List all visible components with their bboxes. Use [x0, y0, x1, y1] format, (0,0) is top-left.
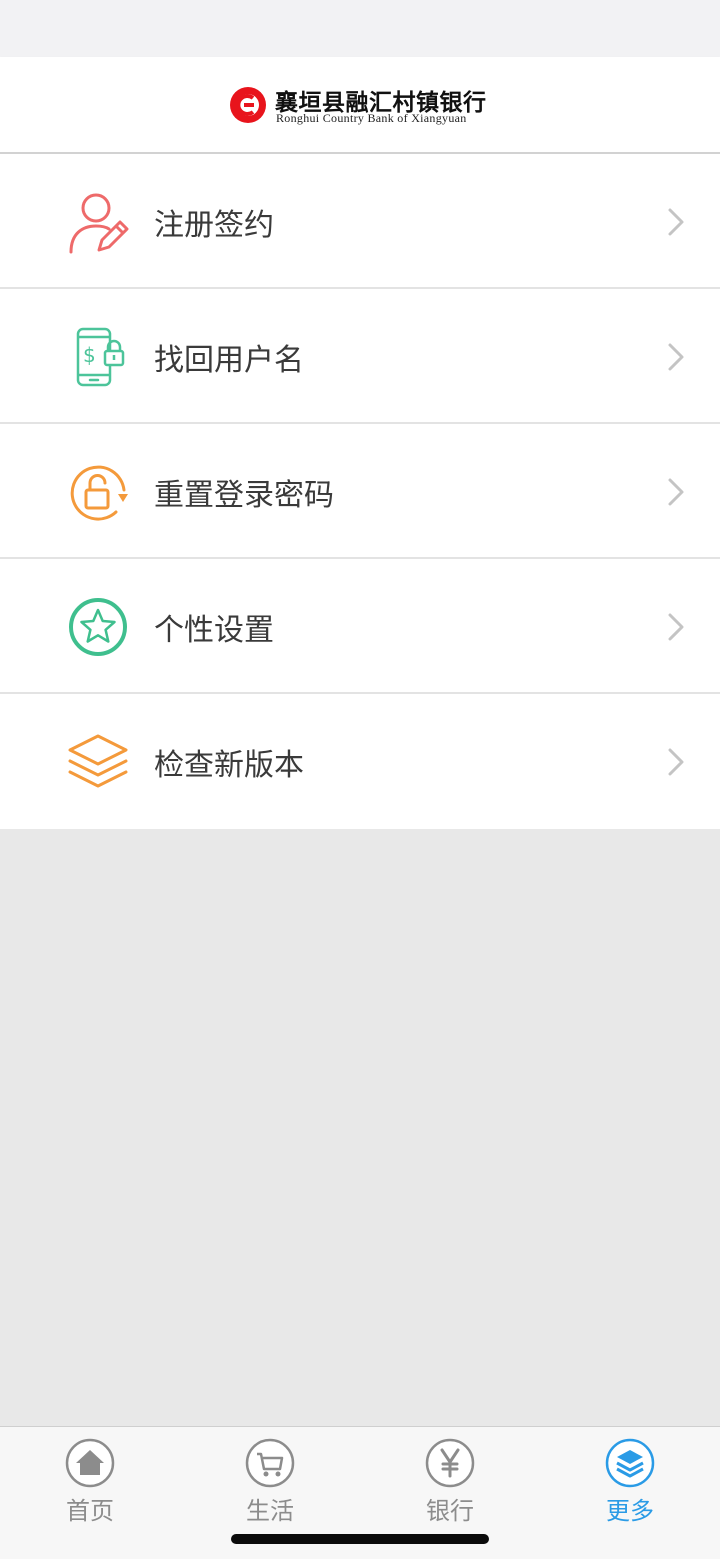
tab-label-life: 生活	[246, 1497, 294, 1525]
chevron-right-icon	[668, 208, 684, 236]
cart-icon	[245, 1438, 295, 1488]
layers-icon	[68, 734, 128, 788]
menu-label-reset-password: 重置登录密码	[154, 478, 334, 513]
chevron-right-icon	[668, 343, 684, 371]
chevron-right-icon	[668, 748, 684, 776]
chevron-right-icon	[668, 478, 684, 506]
menu-item-recover-username[interactable]: $ 找回用户名	[0, 289, 720, 424]
user-edit-icon	[69, 193, 129, 254]
bank-logo-mark-icon	[230, 87, 266, 123]
phone-lock-icon: $	[76, 327, 125, 387]
tab-label-home: 首页	[66, 1497, 114, 1525]
menu-item-check-update[interactable]: 检查新版本	[0, 694, 720, 829]
layers-icon	[605, 1438, 655, 1488]
bank-name-en: Ronghui Country Bank of Xiangyuan	[276, 111, 467, 125]
tab-label-bank: 银行	[426, 1497, 474, 1525]
menu-item-reset-password[interactable]: 重置登录密码	[0, 424, 720, 559]
tab-life[interactable]: 生活	[180, 1427, 360, 1537]
menu-list: 注册签约 $ 找回用户名 重置登录密码 个性设置 检查新版本	[0, 154, 720, 829]
star-icon	[69, 598, 127, 656]
status-bar	[0, 0, 720, 57]
yen-icon	[425, 1438, 475, 1488]
home-indicator[interactable]	[231, 1534, 489, 1544]
svg-text:$: $	[83, 343, 96, 367]
tab-bank[interactable]: 银行	[360, 1427, 540, 1537]
lock-refresh-icon	[70, 465, 128, 521]
tab-more[interactable]: 更多	[540, 1427, 720, 1537]
home-icon	[65, 1438, 115, 1488]
bank-logo: 襄垣县融汇村镇银行 Ronghui Country Bank of Xiangy…	[229, 83, 491, 127]
menu-label-personal-settings: 个性设置	[154, 613, 274, 648]
chevron-right-icon	[668, 613, 684, 641]
menu-label-recover-username: 找回用户名	[154, 343, 304, 378]
menu-item-register[interactable]: 注册签约	[0, 154, 720, 289]
tab-label-more: 更多	[606, 1497, 654, 1525]
menu-label-check-update: 检查新版本	[154, 748, 304, 783]
menu-label-register: 注册签约	[154, 208, 274, 243]
menu-item-personal-settings[interactable]: 个性设置	[0, 559, 720, 694]
app-header: 襄垣县融汇村镇银行 Ronghui Country Bank of Xiangy…	[0, 57, 720, 154]
tab-home[interactable]: 首页	[0, 1427, 180, 1537]
